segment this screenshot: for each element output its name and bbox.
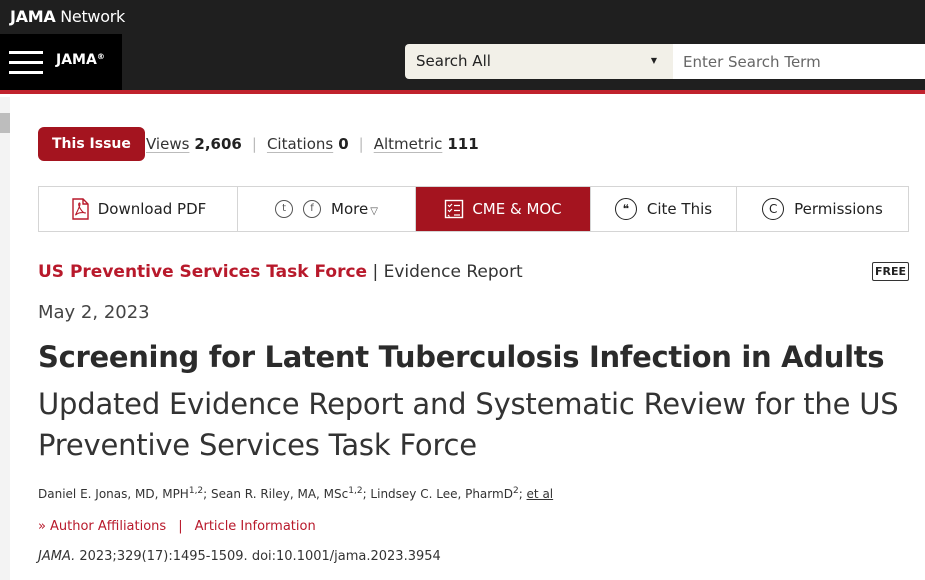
chevron-down-icon: ▽ (370, 206, 378, 217)
journal-name: JAMA. (38, 549, 76, 564)
network-topbar: JAMA Network (0, 0, 925, 34)
cite-this-label: Cite This (646, 200, 713, 218)
search-input[interactable] (673, 44, 925, 79)
scrollbar-thumb[interactable] (0, 113, 10, 133)
permissions-button[interactable]: C Permissions (737, 187, 908, 231)
twitter-icon[interactable]: t (275, 200, 294, 218)
metrics-separator: | (358, 135, 364, 153)
download-pdf-label: Download PDF (97, 200, 207, 218)
author-affiliations-link[interactable]: Author Affiliations (50, 519, 166, 534)
link-separator: | (178, 519, 183, 534)
metrics-separator: | (251, 135, 257, 153)
cite-this-button[interactable]: ❝ Cite This (591, 187, 737, 231)
article-toolbar: Download PDF t f More ▽ CME & MOC ❝ Cite … (38, 186, 909, 232)
header-accent-line (0, 90, 925, 94)
copyright-icon: C (762, 198, 785, 220)
chevron-right-icon: » (38, 519, 46, 534)
article-category-link[interactable]: US Preventive Services Task Force (38, 262, 367, 282)
publication-date: May 2, 2023 (38, 302, 150, 323)
permissions-label: Permissions (794, 200, 883, 218)
jama-network-logo[interactable]: JAMA Network (10, 7, 125, 26)
author-affiliation-refs: 1,2 (188, 486, 204, 496)
views-link[interactable]: Views (146, 135, 189, 153)
section-separator: | (367, 262, 384, 282)
free-access-badge: FREE (872, 262, 909, 281)
jama-logo[interactable]: JAMA® (56, 52, 105, 68)
citation-details: 2023;329(17):1495-1509. doi:10.1001/jama… (75, 549, 441, 564)
author-affiliation-refs: 1,2 (348, 486, 363, 496)
search-scope-select[interactable]: Search All ▼ (405, 44, 673, 79)
et-al-link[interactable]: et al (527, 487, 554, 501)
journal-header: JAMA® Search All ▼ (0, 34, 925, 90)
caret-down-icon: ▼ (650, 56, 657, 65)
article-information-link[interactable]: Article Information (195, 519, 316, 534)
author-name[interactable]: Daniel E. Jonas, MD, MPH (38, 487, 189, 501)
cme-moc-button[interactable]: CME & MOC (416, 187, 591, 231)
article-section-line: US Preventive Services Task Force | Evid… (38, 262, 523, 282)
share-more-group: t f More ▽ (238, 187, 416, 231)
checklist-icon (444, 199, 464, 219)
author-name[interactable]: Sean R. Riley, MA, MSc (211, 487, 348, 501)
download-pdf-button[interactable]: Download PDF (39, 187, 238, 231)
scrollbar-track[interactable] (0, 97, 10, 580)
author-list: Daniel E. Jonas, MD, MPH1,2; Sean R. Ril… (38, 486, 554, 501)
article-metrics: Views 2,606 | Citations 0 | Altmetric 111 (146, 135, 479, 153)
article-citation: JAMA. 2023;329(17):1495-1509. doi:10.100… (38, 549, 441, 564)
article-type: Evidence Report (383, 262, 523, 282)
menu-block: JAMA® (0, 34, 122, 90)
article-info-links: » Author Affiliations | Article Informat… (38, 519, 316, 534)
author-affiliation-refs: 2 (512, 486, 519, 496)
pdf-icon (70, 198, 90, 220)
quote-icon: ❝ (614, 198, 637, 220)
citations-count: 0 (338, 135, 349, 153)
article-subtitle: Updated Evidence Report and Systematic R… (38, 387, 899, 462)
article-title: Screening for Latent Tuberculosis Infect… (38, 340, 885, 374)
hamburger-menu-icon[interactable] (9, 50, 45, 74)
search-scope-label: Search All (416, 52, 491, 70)
facebook-icon[interactable]: f (303, 200, 322, 218)
this-issue-button[interactable]: This Issue (38, 127, 145, 161)
views-count: 2,606 (194, 135, 242, 153)
altmetric-score: 111 (447, 135, 479, 153)
more-share-button[interactable]: More ▽ (331, 200, 378, 218)
author-name[interactable]: Lindsey C. Lee, PharmD (370, 487, 513, 501)
altmetric-link[interactable]: Altmetric (374, 135, 443, 153)
citations-link[interactable]: Citations (267, 135, 333, 153)
cme-moc-label: CME & MOC (472, 200, 562, 218)
